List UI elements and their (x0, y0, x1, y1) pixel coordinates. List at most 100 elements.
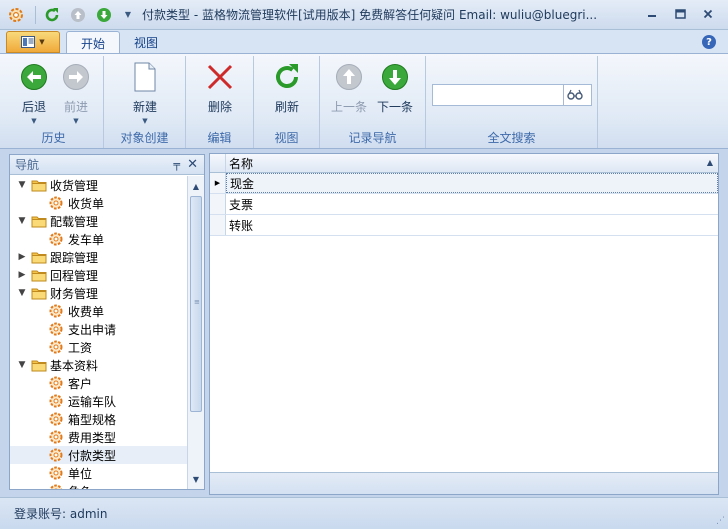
tree-item-label: 跟踪管理 (50, 250, 99, 265)
nav-scrollbar[interactable]: ▲ ≡ ▼ (187, 176, 204, 489)
quick-refresh-icon[interactable] (42, 5, 62, 25)
tree-leaf-item[interactable]: 客户 (10, 374, 188, 392)
ribbon-tab-bar: ▼ 开始 视图 ? (0, 30, 728, 54)
expand-icon[interactable]: ▶ (16, 252, 28, 262)
collapse-icon[interactable]: ▼ (16, 360, 28, 370)
ribbon-group-fulltext-search: 全文搜索 (426, 56, 598, 148)
scroll-down-icon[interactable]: ▼ (188, 471, 204, 487)
group-label-history: 历史 (41, 131, 66, 145)
gear-icon (49, 340, 63, 354)
table-cell-name[interactable]: 现金 (226, 173, 718, 193)
back-button[interactable]: 后退 ▼ (12, 62, 56, 125)
tree-item-label: 发车单 (68, 232, 105, 247)
tree-leaf-item[interactable]: 收货单 (10, 194, 188, 212)
prev-record-icon (334, 62, 364, 92)
nav-tree: ▼ 收货管理收货单 ▼ 配载管理发车单 ▶ 跟踪管理 ▶ 回程管理 ▼ 财务管理收费单 支出申请工资… (10, 176, 188, 489)
resize-grip-icon[interactable]: ⋰ (716, 516, 725, 526)
quick-down-icon[interactable] (94, 5, 114, 25)
ribbon-group-object-create: 新建 ▼ 对象创建 (104, 56, 186, 148)
tree-leaf-item[interactable]: 付款类型 (10, 446, 188, 464)
new-button[interactable]: 新建 ▼ (123, 62, 167, 125)
tab-home[interactable]: 开始 (66, 31, 121, 54)
tree-leaf-item[interactable]: 角色 (10, 482, 188, 489)
tree-item-label: 收货管理 (50, 178, 99, 193)
help-icon[interactable]: ? (702, 35, 716, 49)
table-row[interactable]: 转账 (210, 215, 718, 236)
group-label-view: 视图 (274, 131, 299, 145)
tree-leaf-item[interactable]: 发车单 (10, 230, 188, 248)
tab-view[interactable]: 视图 (120, 31, 172, 54)
app-gear-icon[interactable] (7, 6, 25, 24)
delete-button[interactable]: 删除 (198, 62, 242, 115)
forward-arrow-icon (61, 62, 91, 92)
title-bar: ▼ 付款类型 - 蓝格物流管理软件[试用版本] 免费解答任何疑问 Email: … (0, 0, 728, 30)
tree-item-label: 收货单 (68, 196, 105, 211)
column-header-name[interactable]: 名称 (226, 154, 253, 172)
tree-folder-item[interactable]: ▶ 跟踪管理 (10, 248, 188, 266)
scroll-up-icon[interactable]: ▲ (188, 178, 204, 194)
gear-icon (49, 322, 63, 336)
close-button[interactable] (696, 5, 720, 23)
tree-folder-item[interactable]: ▼ 基本资料 (10, 356, 188, 374)
minimize-button[interactable] (640, 5, 664, 23)
tree-leaf-item[interactable]: 支出申请 (10, 320, 188, 338)
refresh-button[interactable]: 刷新 (265, 62, 309, 115)
gear-icon (49, 448, 63, 462)
quick-access-dropdown-icon[interactable]: ▼ (122, 5, 134, 25)
expand-icon[interactable]: ▶ (16, 270, 28, 280)
prev-record-button[interactable]: 上一条 (327, 62, 371, 115)
forward-dropdown-icon[interactable]: ▼ (73, 117, 78, 125)
restore-button[interactable] (668, 5, 692, 23)
gear-icon (49, 394, 63, 408)
tree-leaf-item[interactable]: 费用类型 (10, 428, 188, 446)
group-label-fulltext-search: 全文搜索 (487, 131, 536, 145)
data-grid: 名称 ▲ ▶ 现金 支票 转账 (209, 153, 719, 495)
tree-leaf-item[interactable]: 箱型规格 (10, 410, 188, 428)
table-cell-name[interactable]: 支票 (226, 194, 718, 214)
tree-folder-item[interactable]: ▶ 回程管理 (10, 266, 188, 284)
grid-header-indicator (210, 154, 226, 172)
back-arrow-icon (19, 62, 49, 92)
collapse-icon[interactable]: ▼ (16, 180, 28, 190)
folder-icon (31, 252, 47, 264)
tree-folder-item[interactable]: ▼ 收货管理 (10, 176, 188, 194)
new-dropdown-icon[interactable]: ▼ (142, 117, 147, 125)
tree-leaf-item[interactable]: 工资 (10, 338, 188, 356)
ribbon-group-history: 后退 ▼ 前进 ▼ 历史 (4, 56, 104, 148)
scroll-thumb[interactable]: ≡ (190, 196, 202, 412)
row-indicator-icon: ▶ (210, 173, 226, 193)
tree-item-label: 工资 (68, 340, 93, 355)
gear-icon (49, 412, 63, 426)
folder-icon (31, 360, 47, 372)
gear-icon (49, 376, 63, 390)
collapse-icon[interactable]: ▼ (16, 288, 28, 298)
tree-leaf-item[interactable]: 单位 (10, 464, 188, 482)
back-label: 后退 (21, 100, 46, 114)
tree-leaf-item[interactable]: 运输车队 (10, 392, 188, 410)
table-row[interactable]: 支票 (210, 194, 718, 215)
search-glasses-icon[interactable] (563, 84, 586, 106)
ribbon-group-record-nav: 上一条 下一条 记录导航 (320, 56, 426, 148)
tree-folder-item[interactable]: ▼ 财务管理 (10, 284, 188, 302)
nav-title: 导航 (15, 158, 40, 172)
pin-icon[interactable]: ╤ (173, 158, 180, 171)
group-label-edit: 编辑 (207, 131, 232, 145)
back-dropdown-icon[interactable]: ▼ (31, 117, 36, 125)
prev-record-label: 上一条 (330, 100, 367, 114)
status-bar: 登录账号: admin ⋰ (0, 497, 728, 529)
table-row[interactable]: ▶ 现金 (210, 173, 718, 194)
next-record-label: 下一条 (376, 100, 413, 114)
app-menu-button[interactable]: ▼ (6, 31, 60, 53)
table-cell-name[interactable]: 转账 (226, 215, 718, 235)
app-menu-chevron-icon: ▼ (39, 38, 45, 46)
tree-leaf-item[interactable]: 收费单 (10, 302, 188, 320)
next-record-button[interactable]: 下一条 (373, 62, 417, 115)
collapse-icon[interactable]: ▼ (16, 216, 28, 226)
delete-label: 删除 (207, 100, 232, 114)
tree-folder-item[interactable]: ▼ 配载管理 (10, 212, 188, 230)
forward-button[interactable]: 前进 ▼ (54, 62, 98, 125)
nav-header: 导航 ╤ ✕ (10, 155, 204, 175)
tree-item-label: 收费单 (68, 304, 105, 319)
login-account-text: 登录账号: admin (14, 507, 108, 521)
nav-close-icon[interactable]: ✕ (187, 157, 198, 172)
